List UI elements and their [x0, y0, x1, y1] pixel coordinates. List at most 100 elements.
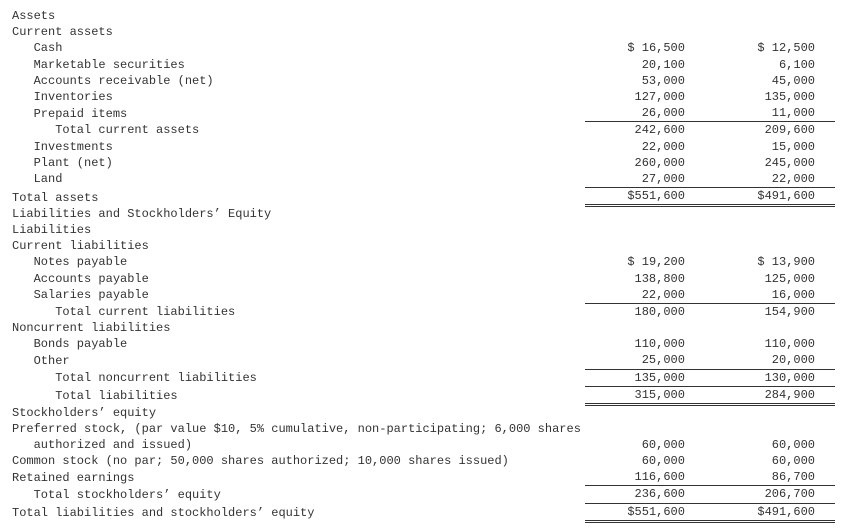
- line-label: Current liabilities: [8, 238, 585, 254]
- amount-current: 260,000: [585, 155, 715, 171]
- amount-prior: 15,000: [715, 139, 835, 155]
- amount-prior: 86,700: [715, 469, 835, 486]
- row: Total liabilities and stockholders’ equi…: [8, 503, 835, 521]
- amount-prior: 135,000: [715, 89, 835, 105]
- line-label: Assets: [8, 8, 585, 24]
- amount-prior: 11,000: [715, 105, 835, 122]
- amount-prior: 209,600: [715, 122, 835, 139]
- amount-prior: $491,600: [715, 503, 835, 521]
- row: Liabilities and Stockholders’ Equity: [8, 206, 835, 222]
- line-label: Total assets: [8, 188, 585, 206]
- amount-prior: 60,000: [715, 421, 835, 453]
- row: Prepaid items26,00011,000: [8, 105, 835, 122]
- amount-current: 60,000: [585, 421, 715, 453]
- row: Accounts payable138,800125,000: [8, 271, 835, 287]
- amount-current: [585, 24, 715, 40]
- row: Land27,00022,000: [8, 171, 835, 188]
- amount-prior: 125,000: [715, 271, 835, 287]
- amount-prior: 284,900: [715, 386, 835, 404]
- amount-current: $551,600: [585, 188, 715, 206]
- amount-prior: 110,000: [715, 336, 835, 352]
- line-label: Total stockholders’ equity: [8, 486, 585, 503]
- amount-current: [585, 320, 715, 336]
- amount-current: $551,600: [585, 503, 715, 521]
- amount-current: $ 16,500: [585, 40, 715, 56]
- amount-current: 135,000: [585, 369, 715, 386]
- row: Current assets: [8, 24, 835, 40]
- amount-current: 60,000: [585, 453, 715, 469]
- amount-prior: 6,100: [715, 57, 835, 73]
- row: Total assets$551,600$491,600: [8, 188, 835, 206]
- amount-current: 27,000: [585, 171, 715, 188]
- amount-prior: 16,000: [715, 287, 835, 304]
- amount-prior: [715, 320, 835, 336]
- amount-prior: [715, 222, 835, 238]
- amount-current: [585, 405, 715, 421]
- amount-current: 236,600: [585, 486, 715, 503]
- row: Common stock (no par; 50,000 shares auth…: [8, 453, 835, 469]
- amount-prior: 206,700: [715, 486, 835, 503]
- amount-current: 26,000: [585, 105, 715, 122]
- line-label: Common stock (no par; 50,000 shares auth…: [8, 453, 585, 469]
- line-label: Cash: [8, 40, 585, 56]
- amount-current: 20,100: [585, 57, 715, 73]
- row: Bonds payable110,000110,000: [8, 336, 835, 352]
- amount-current: 315,000: [585, 386, 715, 404]
- amount-prior: $ 13,900: [715, 254, 835, 270]
- amount-current: $ 19,200: [585, 254, 715, 270]
- amount-current: [585, 206, 715, 222]
- row: Accounts receivable (net)53,00045,000: [8, 73, 835, 89]
- line-label: Salaries payable: [8, 287, 585, 304]
- row: Total noncurrent liabilities135,000130,0…: [8, 369, 835, 386]
- row: Assets: [8, 8, 835, 24]
- line-label: Total noncurrent liabilities: [8, 369, 585, 386]
- row: Stockholders’ equity: [8, 405, 835, 421]
- amount-prior: $ 12,500: [715, 40, 835, 56]
- amount-current: [585, 8, 715, 24]
- row: Total current liabilities180,000154,900: [8, 303, 835, 320]
- amount-prior: 154,900: [715, 303, 835, 320]
- row: Total liabilities315,000284,900: [8, 386, 835, 404]
- row: Preferred stock, (par value $10, 5% cumu…: [8, 421, 835, 453]
- row: Cash$ 16,500$ 12,500: [8, 40, 835, 56]
- line-label: Retained earnings: [8, 469, 585, 486]
- line-label: Liabilities and Stockholders’ Equity: [8, 206, 585, 222]
- amount-current: 110,000: [585, 336, 715, 352]
- row: Inventories127,000135,000: [8, 89, 835, 105]
- row: Salaries payable22,00016,000: [8, 287, 835, 304]
- row: Marketable securities20,1006,100: [8, 57, 835, 73]
- line-label: Plant (net): [8, 155, 585, 171]
- balance-sheet-table: AssetsCurrent assets Cash$ 16,500$ 12,50…: [8, 8, 835, 523]
- amount-prior: $491,600: [715, 188, 835, 206]
- amount-prior: 60,000: [715, 453, 835, 469]
- line-label: Marketable securities: [8, 57, 585, 73]
- line-label: Noncurrent liabilities: [8, 320, 585, 336]
- line-label: Prepaid items: [8, 105, 585, 122]
- line-label: Current assets: [8, 24, 585, 40]
- row: Current liabilities: [8, 238, 835, 254]
- row: Plant (net)260,000245,000: [8, 155, 835, 171]
- amount-current: 242,600: [585, 122, 715, 139]
- amount-current: [585, 222, 715, 238]
- amount-current: 53,000: [585, 73, 715, 89]
- amount-prior: 245,000: [715, 155, 835, 171]
- line-label: Notes payable: [8, 254, 585, 270]
- row: Notes payable$ 19,200$ 13,900: [8, 254, 835, 270]
- line-label: Land: [8, 171, 585, 188]
- amount-current: 116,600: [585, 469, 715, 486]
- row: Retained earnings116,60086,700: [8, 469, 835, 486]
- amount-prior: 22,000: [715, 171, 835, 188]
- line-label: Inventories: [8, 89, 585, 105]
- line-label: Bonds payable: [8, 336, 585, 352]
- line-label: Other: [8, 352, 585, 369]
- line-label: Total liabilities: [8, 386, 585, 404]
- amount-prior: [715, 24, 835, 40]
- line-label: Liabilities: [8, 222, 585, 238]
- amount-prior: [715, 405, 835, 421]
- row: Other25,00020,000: [8, 352, 835, 369]
- amount-prior: 130,000: [715, 369, 835, 386]
- amount-prior: 20,000: [715, 352, 835, 369]
- amount-current: 138,800: [585, 271, 715, 287]
- line-label: Investments: [8, 139, 585, 155]
- row: Liabilities: [8, 222, 835, 238]
